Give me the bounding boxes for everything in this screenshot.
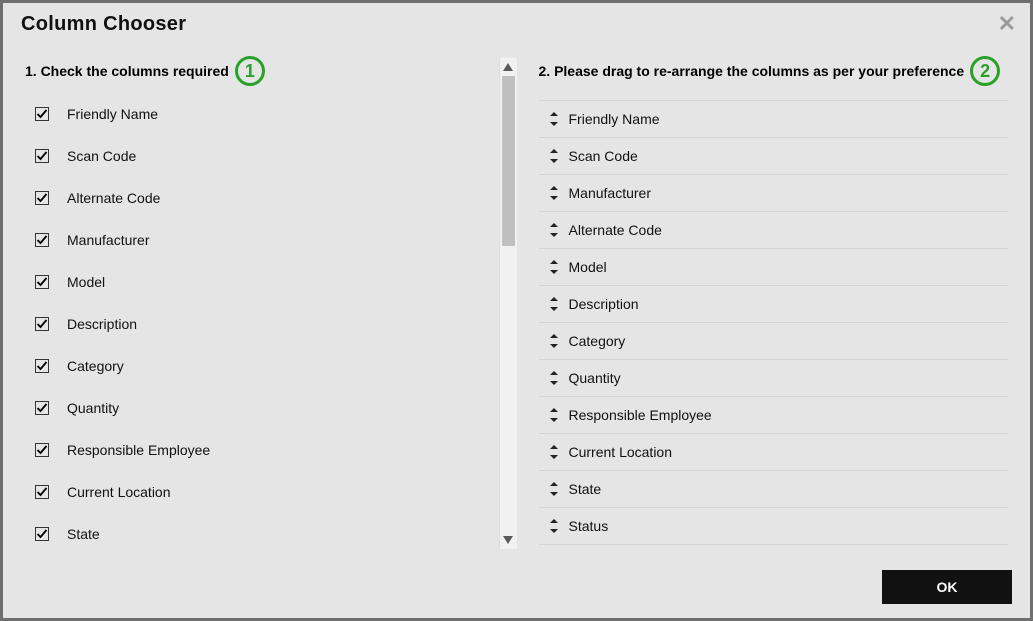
panel-select-columns: 1. Check the columns required 1 Friendly…: [3, 48, 517, 559]
column-reorder-label: Responsible Employee: [569, 407, 712, 423]
drag-handle-icon[interactable]: [549, 371, 559, 385]
drag-handle-icon[interactable]: [549, 112, 559, 126]
column-check-item: State: [35, 526, 507, 542]
ok-button[interactable]: OK: [882, 570, 1012, 604]
column-check-label: Current Location: [67, 484, 171, 500]
left-heading: 1. Check the columns required: [25, 63, 229, 79]
column-checkbox[interactable]: [35, 527, 49, 541]
column-reorder-label: Friendly Name: [569, 111, 660, 127]
column-reorder-item[interactable]: Status: [539, 508, 1009, 545]
left-heading-row: 1. Check the columns required 1: [25, 56, 507, 86]
column-check-item: Category: [35, 358, 507, 374]
column-reorder-label: State: [569, 481, 602, 497]
column-reorder-item[interactable]: Manufacturer: [539, 175, 1009, 212]
column-reorder-label: Alternate Code: [569, 222, 662, 238]
column-checkbox[interactable]: [35, 359, 49, 373]
drag-handle-icon[interactable]: [549, 482, 559, 496]
column-checklist: Friendly Name Scan Code Alternate Code Manu…: [25, 100, 507, 552]
column-check-label: Description: [67, 316, 137, 332]
column-reorder-item[interactable]: Category: [539, 323, 1009, 360]
column-reorder-label: Scan Code: [569, 148, 638, 164]
column-reorder-label: Manufacturer: [569, 185, 651, 201]
column-reorder-item[interactable]: Alternate Code: [539, 212, 1009, 249]
column-reorder-item[interactable]: Description: [539, 286, 1009, 323]
scroll-track[interactable]: [500, 76, 517, 531]
drag-handle-icon[interactable]: [549, 334, 559, 348]
column-reorder-label: Description: [569, 296, 639, 312]
column-check-item: Description: [35, 316, 507, 332]
panel-reorder-columns: 2. Please drag to re-arrange the columns…: [517, 48, 1031, 559]
column-check-label: Category: [67, 358, 124, 374]
column-reorder-item[interactable]: Responsible Employee: [539, 397, 1009, 434]
right-heading-row: 2. Please drag to re-arrange the columns…: [539, 56, 1009, 86]
scroll-up-icon[interactable]: [500, 58, 517, 76]
scroll-down-icon[interactable]: [500, 531, 517, 549]
column-checkbox[interactable]: [35, 233, 49, 247]
drag-handle-icon[interactable]: [549, 297, 559, 311]
drag-handle-icon[interactable]: [549, 223, 559, 237]
column-reorder-item[interactable]: Model: [539, 249, 1009, 286]
dialog-body: 1. Check the columns required 1 Friendly…: [3, 42, 1030, 559]
column-reorder-list: Friendly Name Scan Code Manufacturer Altern…: [539, 100, 1009, 545]
callout-badge-1: 1: [235, 56, 265, 86]
drag-handle-icon[interactable]: [549, 408, 559, 422]
right-heading: 2. Please drag to re-arrange the columns…: [539, 63, 965, 79]
column-check-label: Friendly Name: [67, 106, 158, 122]
column-check-label: Responsible Employee: [67, 442, 210, 458]
drag-handle-icon[interactable]: [549, 519, 559, 533]
drag-handle-icon[interactable]: [549, 445, 559, 459]
column-check-item: Manufacturer: [35, 232, 507, 248]
dialog-title: Column Chooser: [21, 13, 186, 36]
drag-handle-icon[interactable]: [549, 260, 559, 274]
left-scrollbar[interactable]: [499, 58, 517, 549]
column-reorder-item[interactable]: Scan Code: [539, 138, 1009, 175]
close-icon[interactable]: ✕: [998, 13, 1016, 35]
column-check-label: State: [67, 526, 100, 542]
column-reorder-label: Category: [569, 333, 626, 349]
column-reorder-label: Model: [569, 259, 607, 275]
column-reorder-label: Status: [569, 518, 609, 534]
column-checkbox[interactable]: [35, 191, 49, 205]
column-reorder-label: Quantity: [569, 370, 621, 386]
column-checkbox[interactable]: [35, 443, 49, 457]
scroll-thumb[interactable]: [502, 76, 515, 246]
column-check-label: Scan Code: [67, 148, 136, 164]
column-checkbox[interactable]: [35, 275, 49, 289]
column-check-label: Manufacturer: [67, 232, 149, 248]
column-checkbox[interactable]: [35, 107, 49, 121]
column-reorder-item[interactable]: Quantity: [539, 360, 1009, 397]
column-check-item: Friendly Name: [35, 106, 507, 122]
column-check-label: Model: [67, 274, 105, 290]
column-reorder-label: Current Location: [569, 444, 673, 460]
column-check-item: Alternate Code: [35, 190, 507, 206]
callout-badge-2: 2: [970, 56, 1000, 86]
column-reorder-item[interactable]: State: [539, 471, 1009, 508]
dialog-footer: OK: [3, 559, 1030, 618]
column-check-item: Responsible Employee: [35, 442, 507, 458]
column-checkbox[interactable]: [35, 485, 49, 499]
column-check-label: Alternate Code: [67, 190, 160, 206]
column-checkbox[interactable]: [35, 401, 49, 415]
column-reorder-item[interactable]: Friendly Name: [539, 101, 1009, 138]
column-checkbox[interactable]: [35, 149, 49, 163]
drag-handle-icon[interactable]: [549, 186, 559, 200]
column-check-item: Scan Code: [35, 148, 507, 164]
drag-handle-icon[interactable]: [549, 149, 559, 163]
column-check-item: Model: [35, 274, 507, 290]
column-check-item: Current Location: [35, 484, 507, 500]
column-check-label: Quantity: [67, 400, 119, 416]
dialog-header: Column Chooser: [3, 3, 1030, 42]
column-check-item: Quantity: [35, 400, 507, 416]
column-reorder-item[interactable]: Current Location: [539, 434, 1009, 471]
column-checkbox[interactable]: [35, 317, 49, 331]
column-chooser-dialog: Column Chooser ✕ 1. Check the columns re…: [0, 0, 1033, 621]
